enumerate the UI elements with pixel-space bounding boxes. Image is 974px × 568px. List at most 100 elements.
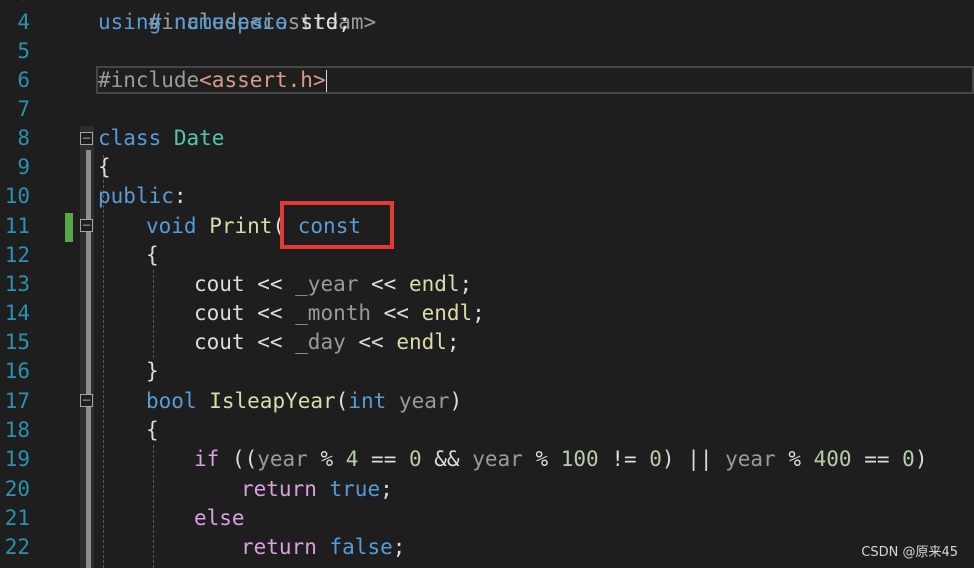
member-var: _year xyxy=(295,272,359,296)
line-number: 7 xyxy=(17,97,30,121)
code-line-10: public: xyxy=(98,182,187,211)
line-number: 4 xyxy=(17,10,30,34)
member-var: _month xyxy=(295,301,372,325)
line-number: 10 xyxy=(4,184,30,208)
code-line-17: bool IsleapYear(int year) xyxy=(146,387,462,416)
colon: : xyxy=(173,184,187,208)
cout: cout xyxy=(194,272,245,296)
number-literal: 0 xyxy=(408,447,422,471)
line-number: 5 xyxy=(17,39,30,63)
operator: && xyxy=(421,447,473,471)
change-tracking-bar xyxy=(65,213,73,242)
number-literal: 400 xyxy=(813,447,852,471)
line-number: 12 xyxy=(4,243,30,267)
endl: endl xyxy=(396,330,447,354)
line-number: 9 xyxy=(17,155,30,179)
line-number: 13 xyxy=(4,272,30,296)
parameter: year xyxy=(472,447,523,471)
code-line-22: return false; xyxy=(241,533,405,562)
line-number: 19 xyxy=(4,447,30,471)
cout: cout xyxy=(194,301,245,325)
keyword-namespace: namespace xyxy=(173,10,288,34)
line-number: 20 xyxy=(4,477,30,501)
operator: << xyxy=(244,330,296,354)
line-number: 8 xyxy=(17,126,30,150)
endl: endl xyxy=(421,301,473,325)
operator: ) || xyxy=(661,447,726,471)
code-line-14: cout << _month << endl; xyxy=(194,299,485,328)
line-number: 3 xyxy=(0,0,30,8)
keyword-if: if xyxy=(194,447,220,471)
keyword-void: void xyxy=(146,214,197,238)
cout: cout xyxy=(194,330,245,354)
code-line-21: else xyxy=(194,504,245,533)
code-line-8: class Date xyxy=(98,124,224,153)
line-number-gutter: 3 4 5 6 7 8 9 10 11 12 13 14 15 16 17 18… xyxy=(0,0,60,568)
line-number: 11 xyxy=(4,214,30,238)
number-literal: 0 xyxy=(649,447,662,471)
header-name: <assert.h> xyxy=(199,68,326,92)
number-literal: 4 xyxy=(345,447,359,471)
operator: % xyxy=(775,447,814,471)
keyword-class: class xyxy=(98,126,162,150)
code-line-4: using namespace std; xyxy=(98,8,351,37)
code-line-18: { xyxy=(146,418,159,442)
endl: endl xyxy=(408,272,460,296)
keyword-public: public xyxy=(98,184,174,208)
keyword-int: int xyxy=(348,389,387,413)
code-line-6: #include<assert.h> xyxy=(98,66,327,95)
member-var: _day xyxy=(295,330,346,354)
code-line-9: { xyxy=(98,155,111,179)
number-literal: 0 xyxy=(902,447,915,471)
namespace-std: std; xyxy=(300,10,351,34)
operator: % xyxy=(307,447,346,471)
collapse-print-icon[interactable]: − xyxy=(80,219,93,232)
parameter: year xyxy=(257,447,308,471)
line-number: 15 xyxy=(4,330,30,354)
code-line-15: cout << _day << endl; xyxy=(194,328,460,357)
operator: << xyxy=(244,272,296,296)
close-paren: ) xyxy=(449,389,463,413)
class-name: Date xyxy=(173,126,225,150)
operator: % xyxy=(522,447,561,471)
collapse-isleapyear-icon[interactable]: − xyxy=(80,394,93,407)
operator: != xyxy=(598,447,650,471)
collapse-class-icon[interactable]: − xyxy=(80,132,93,145)
line-number: 18 xyxy=(4,418,30,442)
function-name: Print xyxy=(209,214,273,238)
operator: == xyxy=(851,447,903,471)
code-line-19: if ((year % 4 == 0 && year % 100 != 0) |… xyxy=(194,445,927,474)
keyword-using: using xyxy=(98,10,162,34)
csdn-watermark: CSDN @原来45 xyxy=(861,545,958,560)
outlining-bar xyxy=(86,150,91,568)
line-number: 16 xyxy=(4,359,30,383)
close-paren: ) xyxy=(914,447,928,471)
semicolon: ; xyxy=(392,535,406,559)
red-annotation-box xyxy=(280,201,394,249)
literal-false: false xyxy=(329,535,393,559)
keyword-return: return xyxy=(241,535,317,559)
keyword-bool: bool xyxy=(146,389,197,413)
code-line-12: { xyxy=(146,243,159,267)
line-number: 17 xyxy=(4,389,30,413)
number-literal: 100 xyxy=(560,447,599,471)
text-cursor xyxy=(325,70,327,92)
semicolon: ; xyxy=(472,301,485,325)
semicolon: ; xyxy=(446,330,460,354)
code-line-16: } xyxy=(146,359,159,383)
line-number: 21 xyxy=(4,506,30,530)
indent-guide xyxy=(103,155,104,568)
keyword-return: return xyxy=(241,477,317,501)
operator: << xyxy=(371,301,422,325)
open-paren: ( xyxy=(335,389,349,413)
code-line-3: #include<iostream> xyxy=(98,0,377,34)
parameter: year xyxy=(398,389,450,413)
operator: << xyxy=(358,272,409,296)
semicolon: ; xyxy=(459,272,473,296)
line-number: 6 xyxy=(17,68,30,92)
code-editor[interactable]: 3 4 5 6 7 8 9 10 11 12 13 14 15 16 17 18… xyxy=(0,0,974,568)
parameter: year xyxy=(725,447,776,471)
keyword-else: else xyxy=(194,506,245,530)
operator: << xyxy=(244,301,296,325)
code-line-20: return true; xyxy=(241,475,393,504)
